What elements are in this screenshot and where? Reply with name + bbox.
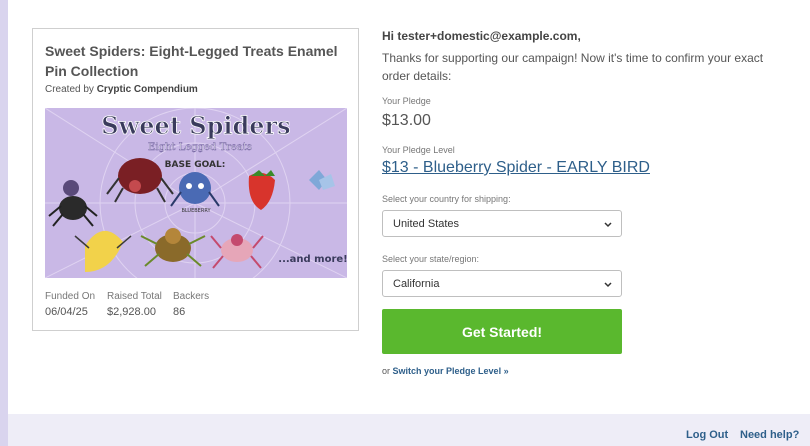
- footer: Log Out Need help?: [8, 414, 810, 446]
- creator-prefix: Created by: [45, 84, 94, 95]
- image-more: ...and more!: [278, 254, 347, 265]
- image-subheadline: Eight Legged Treats: [148, 142, 252, 153]
- get-started-button[interactable]: Get Started!: [382, 309, 622, 354]
- country-select[interactable]: United States: [382, 210, 622, 237]
- stat-value: 86: [173, 306, 186, 318]
- greeting: Hi tester+domestic@example.com,: [382, 29, 581, 43]
- pledge-level-link[interactable]: $13 - Blueberry Spider - EARLY BIRD: [382, 159, 650, 177]
- stat-label: Backers: [173, 291, 210, 302]
- image-base-goal: BASE GOAL:: [165, 160, 226, 170]
- stat-value: $2,928.00: [107, 306, 156, 318]
- chevron-down-icon: [604, 279, 612, 291]
- need-help-link[interactable]: Need help?: [740, 429, 799, 441]
- stat-value: 06/04/25: [45, 306, 88, 318]
- switch-pledge-level-link[interactable]: Switch your Pledge Level »: [393, 366, 509, 376]
- stat-funded-on: Funded On 06/04/25: [45, 291, 95, 318]
- image-blueberry-tag: BLUEBERRY: [181, 208, 211, 214]
- country-label: Select your country for shipping:: [382, 194, 511, 204]
- pledge-label: Your Pledge: [382, 96, 431, 106]
- intro-text: Thanks for supporting our campaign! Now …: [382, 51, 764, 83]
- image-headline: Sweet Spiders: [101, 111, 290, 140]
- switch-prefix: or: [382, 366, 391, 376]
- pledge-level-label: Your Pledge Level: [382, 145, 455, 155]
- stat-label: Raised Total: [107, 291, 162, 302]
- state-select[interactable]: California: [382, 270, 622, 297]
- main-panel: Sweet Spiders: Eight-Legged Treats Ename…: [8, 0, 810, 446]
- switch-pledge-row: or Switch your Pledge Level »: [382, 366, 509, 376]
- campaign-card: Sweet Spiders: Eight-Legged Treats Ename…: [32, 28, 359, 331]
- logout-link[interactable]: Log Out: [686, 429, 728, 441]
- pledge-amount: $13.00: [382, 112, 431, 129]
- campaign-image: Sweet Spiders Eight Legged Treats BASE G…: [45, 108, 347, 278]
- country-select-value: United States: [393, 218, 460, 230]
- campaign-title: Sweet Spiders: Eight-Legged Treats Ename…: [45, 43, 338, 79]
- stat-backers: Backers 86: [173, 291, 209, 318]
- state-label: Select your state/region:: [382, 254, 480, 264]
- stat-raised-total: Raised Total $2,928.00: [107, 291, 162, 318]
- chevron-down-icon: [604, 219, 612, 231]
- creator-name: Cryptic Compendium: [96, 84, 198, 95]
- stat-label: Funded On: [45, 291, 96, 302]
- campaign-creator: Created by Cryptic Compendium: [45, 84, 198, 95]
- state-select-value: California: [393, 278, 440, 290]
